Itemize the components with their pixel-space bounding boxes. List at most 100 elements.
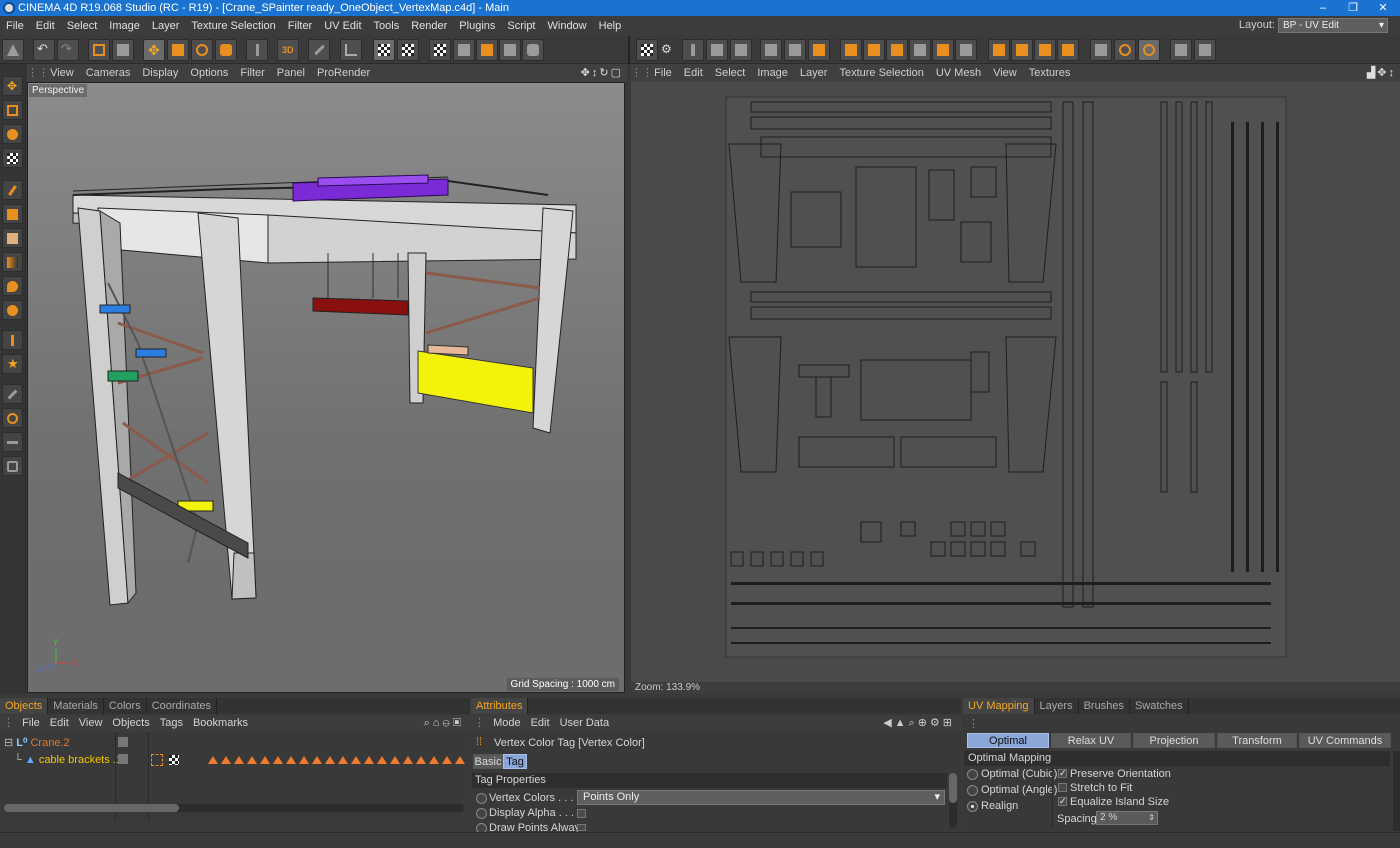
workplane-button[interactable]	[340, 39, 362, 61]
attr-menu-edit[interactable]: Edit	[526, 715, 555, 732]
selection-tag-icon[interactable]	[442, 756, 452, 764]
menu-render[interactable]: Render	[405, 16, 453, 36]
uv-align-left-button[interactable]	[840, 39, 862, 61]
uv-align-bottom-button[interactable]	[909, 39, 931, 61]
subtab-relax-uv[interactable]: Relax UV	[1051, 733, 1131, 748]
tab-colors[interactable]: Colors	[104, 698, 147, 714]
uv-settings-button[interactable]: ⚙	[657, 39, 679, 61]
uv-relax-button[interactable]	[1114, 39, 1136, 61]
uv-canvas[interactable]	[631, 82, 1400, 682]
uv-snap-button[interactable]	[784, 39, 806, 61]
animate-radio[interactable]	[476, 808, 487, 819]
points-mode-button[interactable]	[499, 39, 521, 61]
uv-menu-image[interactable]: Image	[751, 64, 794, 82]
draw-points-always-checkbox[interactable]	[577, 824, 586, 831]
optimal-cubic-radio[interactable]	[967, 769, 978, 780]
animate-radio[interactable]	[476, 793, 487, 804]
uv-menu-uv-mesh[interactable]: UV Mesh	[930, 64, 987, 82]
uv-pack-button[interactable]	[1194, 39, 1216, 61]
objects-scrollbar[interactable]	[4, 804, 464, 812]
layout-select[interactable]: BP - UV Edit ▾	[1278, 18, 1388, 33]
palette-lock-button[interactable]	[2, 456, 23, 476]
palette-move-button[interactable]: ✥	[2, 76, 23, 96]
vp-menu-filter[interactable]: Filter	[234, 64, 270, 82]
selection-tag-icon[interactable]	[390, 756, 400, 764]
palette-measure-button[interactable]	[2, 432, 23, 452]
tab-materials[interactable]: Materials	[48, 698, 104, 714]
menu-uv-edit[interactable]: UV Edit	[318, 16, 367, 36]
uv-optimal-button[interactable]	[1138, 39, 1160, 61]
realign-radio[interactable]	[967, 801, 978, 812]
selection-tag-icon[interactable]	[455, 756, 465, 764]
spacing-input[interactable]: 2 % ⇕	[1096, 811, 1158, 825]
selection-tag-icon[interactable]	[208, 756, 218, 764]
attr-panel-nav-icons[interactable]: ◀▲⌕⊕⚙⊞	[883, 715, 955, 732]
selection-tag-icon[interactable]	[260, 756, 270, 764]
uv-nav-icons[interactable]: ▟✥↕	[1367, 64, 1396, 82]
subtab-basic[interactable]: Basic	[473, 754, 503, 769]
collapse-toggle-icon[interactable]: ⊟	[4, 737, 13, 749]
uv-mapping-scrollbar[interactable]	[1393, 751, 1400, 831]
uv-grid-button[interactable]	[760, 39, 782, 61]
attr-menu-mode[interactable]: Mode	[488, 715, 526, 732]
tab-swatches[interactable]: Swatches	[1130, 698, 1189, 714]
selection-tag-icon[interactable]	[247, 756, 257, 764]
3d-viewport[interactable]: Y X Z	[27, 82, 625, 693]
vp-menu-cameras[interactable]: Cameras	[80, 64, 137, 82]
brush-button[interactable]	[308, 39, 330, 61]
subtab-uv-commands[interactable]: UV Commands	[1299, 733, 1391, 748]
menu-tools[interactable]: Tools	[368, 16, 406, 36]
attr-menu-user-data[interactable]: User Data	[555, 715, 615, 732]
subtab-transform[interactable]: Transform	[1217, 733, 1297, 748]
close-button[interactable]: ✕	[1368, 0, 1398, 16]
menu-texture-selection[interactable]: Texture Selection	[185, 16, 281, 36]
vp-menu-display[interactable]: Display	[136, 64, 184, 82]
paint-3d-button[interactable]: 3D	[277, 39, 299, 61]
model-mode-button[interactable]	[453, 39, 475, 61]
palette-star-button[interactable]: ★	[2, 354, 23, 374]
obj-panel-nav-icons[interactable]: ⌕⌂⊖▣	[424, 715, 464, 732]
obj-menu-file[interactable]: File	[17, 715, 45, 732]
menu-plugins[interactable]: Plugins	[453, 16, 501, 36]
tab-objects[interactable]: Objects	[0, 698, 49, 714]
selection-tag-icon[interactable]	[429, 756, 439, 764]
vp-menu-view[interactable]: View	[44, 64, 80, 82]
optimal-angle-radio[interactable]	[967, 785, 978, 796]
uv-rotate-cw-button[interactable]	[1034, 39, 1056, 61]
section-header[interactable]: Tag Properties	[472, 773, 947, 788]
vp-menu-options[interactable]: Options	[184, 64, 234, 82]
subtab-optimal-mapping[interactable]: Optimal Mapping	[967, 733, 1049, 762]
selection-tag-icon[interactable]	[286, 756, 296, 764]
palette-stamp-button[interactable]	[2, 204, 23, 224]
uv-polygons-button[interactable]	[706, 39, 728, 61]
uv-menu-edit[interactable]: Edit	[678, 64, 709, 82]
selection-tag-icon[interactable]	[273, 756, 283, 764]
attributes-scrollbar[interactable]	[949, 773, 957, 828]
palette-fill-button[interactable]	[2, 276, 23, 296]
texture-tag-icon[interactable]	[169, 755, 179, 765]
obj-menu-tags[interactable]: Tags	[155, 715, 188, 732]
uv-mirror-h-button[interactable]	[988, 39, 1010, 61]
selection-tag-icon[interactable]	[377, 756, 387, 764]
palette-eraser-button[interactable]	[2, 228, 23, 248]
palette-brush-button[interactable]	[2, 180, 23, 200]
uv-edges-button[interactable]	[730, 39, 752, 61]
selection-tag-icon[interactable]	[325, 756, 335, 764]
section-header[interactable]: Optimal Mapping	[964, 751, 1390, 766]
uv-align-right-button[interactable]	[863, 39, 885, 61]
equalize-island-size-checkbox[interactable]: ✓	[1058, 797, 1067, 806]
menu-select[interactable]: Select	[61, 16, 104, 36]
selection-tag-icon[interactable]	[403, 756, 413, 764]
palette-smudge-button[interactable]	[2, 300, 23, 320]
tab-coordinates[interactable]: Coordinates	[147, 698, 218, 714]
transform-tool-button[interactable]	[215, 39, 237, 61]
selection-tag-icon[interactable]	[338, 756, 348, 764]
minimize-button[interactable]: –	[1308, 0, 1338, 16]
palette-rect-select-button[interactable]	[2, 100, 23, 120]
view-cube-button[interactable]	[112, 39, 134, 61]
selection-tag-icon[interactable]	[364, 756, 374, 764]
selection-tag-icon[interactable]	[221, 756, 231, 764]
uv-distribute-button[interactable]	[932, 39, 954, 61]
uv-menu-view[interactable]: View	[987, 64, 1023, 82]
maximize-button[interactable]: ❐	[1338, 0, 1368, 16]
